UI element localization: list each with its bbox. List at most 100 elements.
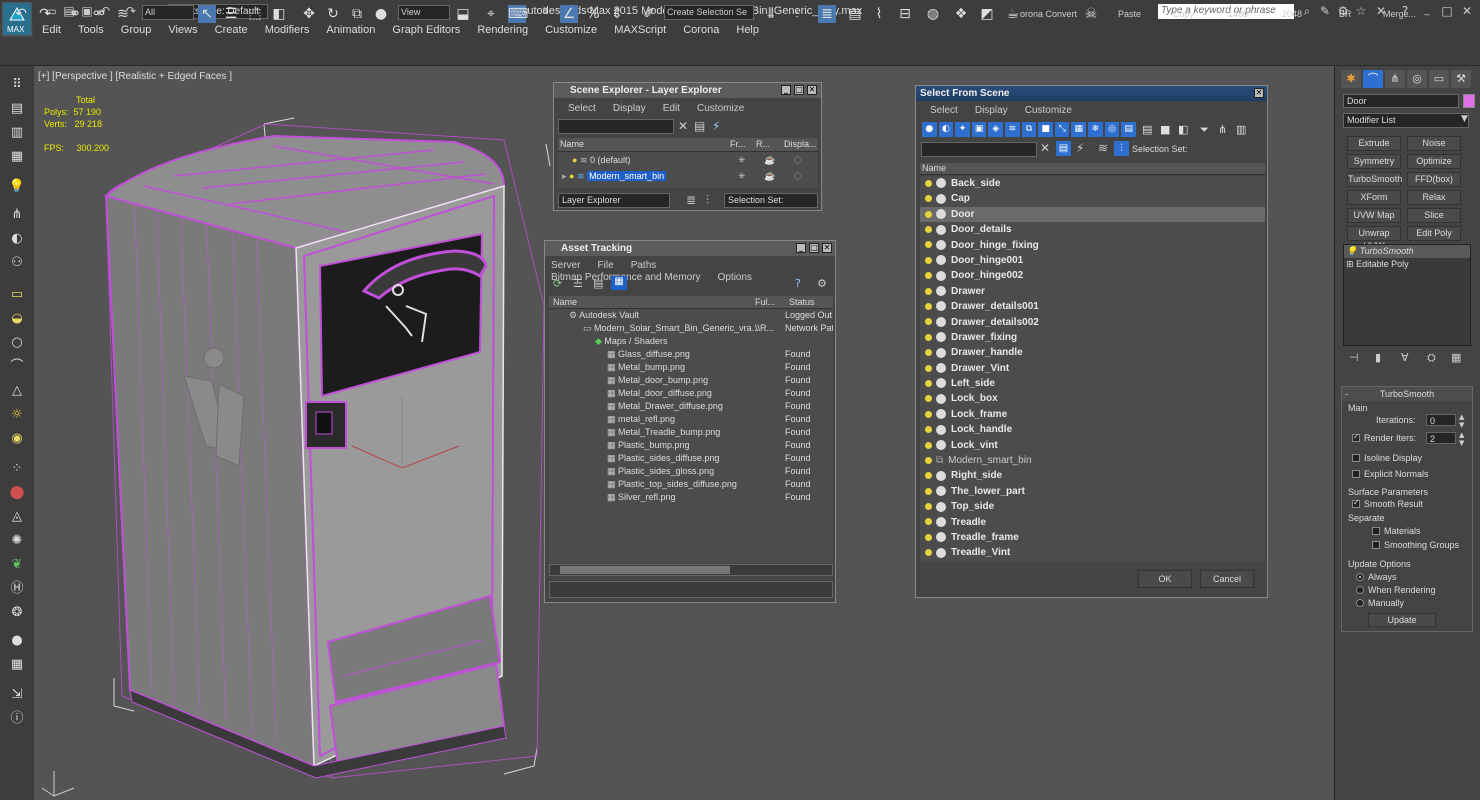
minimize-icon[interactable]: _ [781, 85, 791, 95]
relax-button[interactable]: Relax [1407, 190, 1461, 205]
hierarchy-filter-icon[interactable]: ⋔ [1218, 123, 1227, 136]
list-item[interactable]: Treadle [920, 515, 1265, 530]
pin-stack-icon[interactable]: ⊣ [1349, 351, 1359, 364]
snaps-toggle-icon[interactable]: ³ [536, 5, 554, 23]
thumbnail-view-icon[interactable]: ▤ [593, 277, 603, 290]
light-bulb-icon[interactable] [925, 256, 932, 264]
light-bulb-icon[interactable] [925, 364, 932, 372]
schematic-view-icon[interactable]: ⊟ [896, 5, 914, 23]
se-sync-icon[interactable]: ⚡ [712, 119, 720, 133]
list-item[interactable]: The_lower_part [920, 484, 1265, 499]
spinner-arrows-icon[interactable]: ▲ ▼ [1459, 431, 1464, 447]
paste-button[interactable]: Paste [1118, 9, 1141, 19]
dome-icon[interactable]: ⌒ [8, 358, 26, 376]
always-radio[interactable] [1356, 572, 1364, 581]
materials-row[interactable]: Materials [1372, 526, 1421, 536]
menu-edit[interactable]: Edit [42, 22, 61, 38]
sfs-menu-customize[interactable]: Customize [1025, 105, 1072, 116]
close-icon[interactable]: ✕ [822, 243, 832, 253]
tools-icon[interactable]: ✎ [1318, 4, 1332, 18]
list-item[interactable]: Treadle_Vint [920, 545, 1265, 560]
hemisphere-icon[interactable]: ◒ [8, 310, 26, 328]
mirror-icon[interactable]: ⫴ [762, 5, 780, 23]
minimize-icon[interactable]: _ [796, 243, 806, 253]
list-item[interactable]: Door_hinge001 [920, 253, 1265, 268]
light-bulb-icon[interactable] [925, 333, 932, 341]
hidden-filter-icon[interactable]: ◎ [1104, 122, 1120, 137]
list-item[interactable]: Drawer_fixing [920, 330, 1265, 345]
collapse-minus-icon[interactable]: - [1345, 387, 1348, 401]
table-row[interactable]: ▦ Plastic_sides_gloss.png Found [549, 465, 833, 478]
render-teapot-icon[interactable]: ☕ [764, 152, 775, 168]
bind-space-warp-icon[interactable]: ≋ [114, 5, 132, 23]
place-icon[interactable]: ● [372, 5, 390, 23]
close-window-icon[interactable]: ✕ [1460, 4, 1474, 18]
display-cube-icon[interactable]: ⬡ [794, 168, 802, 184]
extrude-button[interactable]: Extrude [1347, 136, 1401, 151]
light-bulb-icon[interactable] [925, 472, 932, 480]
sphere-light-icon[interactable]: ◉ [8, 430, 26, 448]
horizontal-scrollbar[interactable] [549, 564, 833, 576]
create-tab-icon[interactable]: ✱ [1341, 70, 1361, 88]
list-item[interactable]: Door_details [920, 222, 1265, 237]
uvw-map-button[interactable]: UVW Map [1347, 208, 1401, 223]
menu-maxscript[interactable]: MAXScript [614, 22, 666, 38]
sync-icon[interactable]: ⚡ [1076, 141, 1084, 155]
ffd-box-button[interactable]: FFD(box) [1407, 172, 1461, 187]
se-col-freeze[interactable]: Fr... [730, 139, 746, 149]
edit-named-selection-icon[interactable]: ✐ [640, 5, 658, 23]
table-view-icon[interactable]: ▦ [611, 276, 627, 290]
hierarchy-icon[interactable]: ⫶ [706, 193, 709, 208]
at-menu-paths[interactable]: Paths [631, 260, 657, 271]
select-by-name-icon[interactable]: ☰ [222, 5, 240, 23]
smooth-result-row[interactable]: Smooth Result [1352, 498, 1423, 509]
at-path-field[interactable] [549, 581, 833, 598]
light-bulb-icon[interactable] [925, 410, 932, 418]
chevron-down-icon[interactable]: ▼ [1461, 114, 1468, 124]
menu-graph-editors[interactable]: Graph Editors [392, 22, 460, 38]
pivot-center-icon[interactable]: ⬓ [454, 5, 472, 23]
light-bulb-icon[interactable] [925, 379, 932, 387]
display-tab-icon[interactable]: ▭ [1429, 70, 1449, 88]
cameras-filter-icon[interactable]: ▣ [971, 122, 987, 137]
manually-radio[interactable] [1356, 598, 1364, 607]
list-item[interactable]: Door_hinge_fixing [920, 238, 1265, 253]
menu-help[interactable]: Help [736, 22, 759, 38]
reference-coordinate-dropdown[interactable]: View [398, 5, 450, 20]
drag-handle-icon[interactable]: ⠿ [8, 76, 26, 94]
at-col-fullpath[interactable]: Ful... [755, 297, 775, 307]
maximize-icon[interactable]: □ [809, 243, 819, 253]
menu-corona[interactable]: Corona [683, 22, 719, 38]
particle-icon[interactable]: ⬤ [8, 484, 26, 502]
align-icon[interactable]: ⫶ [788, 5, 806, 23]
smoothing-groups-row[interactable]: Smoothing Groups [1372, 540, 1459, 550]
table-row[interactable]: ▦ Metal_door_bump.png Found [549, 374, 833, 387]
menu-rendering[interactable]: Rendering [477, 22, 528, 38]
menu-customize[interactable]: Customize [545, 22, 597, 38]
asset-tracking-titlebar[interactable]: Asset Tracking _ □ ✕ [545, 241, 835, 256]
select-from-scene-dialog[interactable]: Select From Scene ✕ Select Display Custo… [915, 85, 1268, 598]
list-view-icon[interactable]: ☰ [573, 277, 583, 290]
light-bulb-icon[interactable] [925, 179, 932, 187]
list-item[interactable]: ⧉ Modern_smart_bin [920, 453, 1265, 468]
slice-button[interactable]: Slice [1407, 208, 1461, 223]
table-row[interactable]: ▦ Metal_door_diffuse.png Found [549, 387, 833, 400]
groups-filter-icon[interactable]: ⧉ [1021, 122, 1037, 137]
menu-modifiers[interactable]: Modifiers [265, 22, 310, 38]
plant-icon[interactable]: ❦ [8, 556, 26, 574]
show-end-result-icon[interactable]: ▮ [1375, 351, 1381, 364]
sfs-menu-select[interactable]: Select [930, 105, 958, 116]
se-menu-customize[interactable]: Customize [697, 103, 744, 114]
edit-poly-button[interactable]: Edit Poly [1407, 226, 1461, 241]
light-bulb-icon[interactable] [925, 195, 932, 203]
document-icon[interactable]: ▥ [8, 124, 26, 142]
hierarchy-mode-icon[interactable]: ⫶ [1114, 141, 1129, 156]
list-item[interactable]: Top_side [920, 499, 1265, 514]
se-menu-edit[interactable]: Edit [663, 103, 680, 114]
favorites-star-icon[interactable]: ☆ [1354, 4, 1368, 18]
se-selection-set-dropdown[interactable]: Selection Set: [724, 193, 818, 208]
hair-icon[interactable]: Ⓗ [8, 580, 26, 598]
list-item[interactable]: Drawer_Vint [920, 361, 1265, 376]
percent-snap-icon[interactable]: % [584, 5, 602, 23]
render-setup-icon[interactable]: ❖ [952, 5, 970, 23]
